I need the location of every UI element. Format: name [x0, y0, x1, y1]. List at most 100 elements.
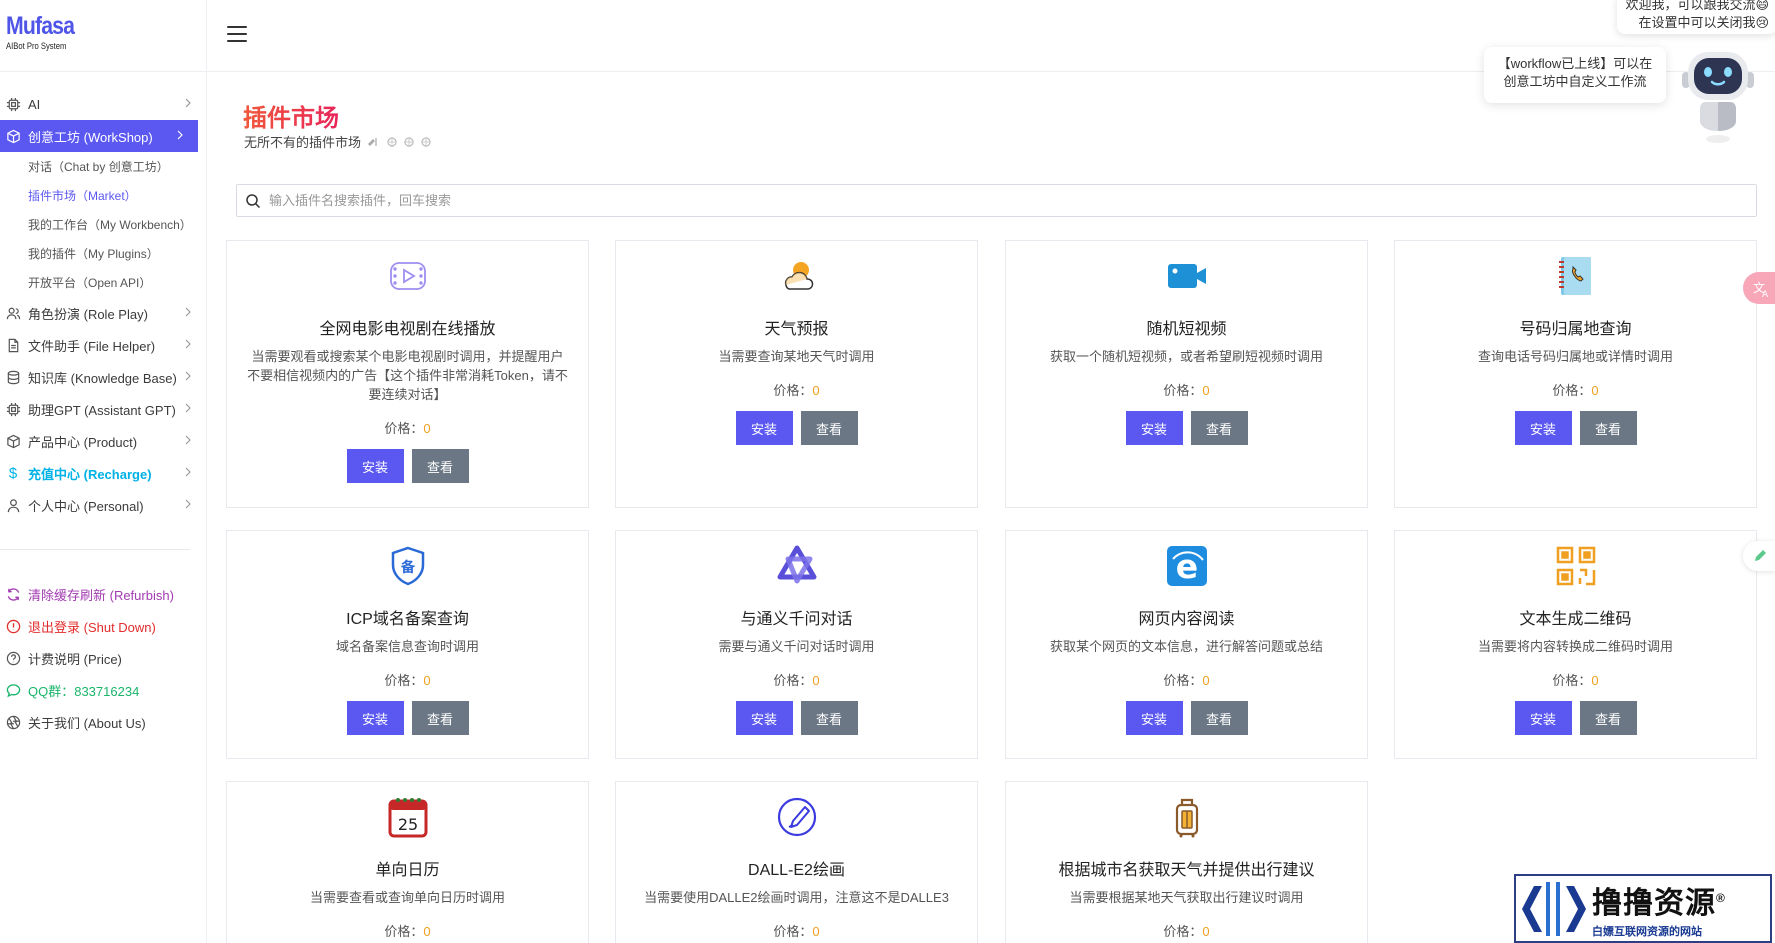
- chevron-right-icon: [185, 371, 191, 381]
- sidebar-item-label: 关于我们 (About Us): [28, 715, 146, 731]
- view-button[interactable]: 查看: [800, 411, 858, 445]
- plugin-description: 当需要将内容转换成二维码时调用: [1477, 639, 1673, 654]
- view-button[interactable]: 查看: [1190, 701, 1248, 735]
- price-value: 0: [1591, 383, 1599, 398]
- sidebar-item-workshop[interactable]: 创意工坊 (WorkShop): [0, 120, 198, 152]
- menu-toggle-icon[interactable]: [227, 26, 247, 42]
- sidebar-item-qq-group[interactable]: QQ群：833716234: [0, 674, 206, 706]
- plugin-price: 价格：0: [616, 380, 977, 399]
- price-label: 价格：: [384, 924, 424, 939]
- plugin-description: 查询电话号码归属地或详情时调用: [1477, 349, 1673, 364]
- install-button[interactable]: 安装: [1514, 411, 1572, 445]
- sidebar-item-file-helper[interactable]: 文件助手 (File Helper): [0, 329, 206, 361]
- chevron-right-icon: [185, 499, 191, 509]
- assistant-tip-top: 欢迎我，可以跟我交流😄 在设置中可以关闭我😢: [1617, 0, 1775, 34]
- price-label: 价格：: [384, 673, 424, 688]
- logo-subtitle: AIBot Pro System: [6, 41, 67, 51]
- plugin-description: 域名备案信息查询时调用: [335, 639, 479, 654]
- robot-assistant-icon[interactable]: [1676, 44, 1760, 144]
- plugin-description: 当需要根据某地天气获取出行建议时调用: [1069, 890, 1304, 905]
- submenu-item-open-api[interactable]: 开放平台（Open API）: [0, 268, 206, 297]
- install-button[interactable]: 安装: [1514, 701, 1572, 735]
- watermark-subtitle: 白嫖互联网资源的网站: [1592, 926, 1702, 938]
- submenu-item-workbench[interactable]: 我的工作台（My Workbench）: [0, 210, 206, 239]
- submenu-item-market[interactable]: 插件市场（Market）: [0, 181, 206, 210]
- qrcode-icon: [1556, 546, 1595, 586]
- install-button[interactable]: 安装: [735, 701, 793, 735]
- price-value: 0: [1202, 924, 1210, 939]
- search-input[interactable]: [269, 193, 1756, 208]
- sidebar-item-assistant-gpt[interactable]: 助理GPT (Assistant GPT): [0, 393, 206, 425]
- plugin-title: DALL-E2绘画: [748, 862, 845, 879]
- price-label: 价格：: [1552, 673, 1592, 688]
- tongyi-icon: [777, 545, 816, 584]
- install-button[interactable]: 安装: [346, 449, 404, 483]
- plugin-card: 全网电影电视剧在线播放 当需要观看或搜索某个电影电视剧时调用，并提醒用户不要相信…: [226, 240, 589, 508]
- view-button[interactable]: 查看: [411, 701, 469, 735]
- price-label: 价格：: [773, 383, 813, 398]
- box-icon: [5, 433, 21, 449]
- install-button[interactable]: 安装: [735, 411, 793, 445]
- sidebar-item-label: 创意工坊 (WorkShop): [28, 129, 153, 145]
- phonebook-icon: [1558, 257, 1591, 295]
- install-button[interactable]: 安装: [1125, 411, 1183, 445]
- view-button[interactable]: 查看: [1190, 411, 1248, 445]
- plugin-price: 价格：0: [1006, 380, 1367, 399]
- view-button[interactable]: 查看: [1579, 411, 1637, 445]
- plugin-title: 随机短视频: [1146, 321, 1227, 338]
- chat-icon: [5, 682, 21, 698]
- sidebar-item-ai[interactable]: AI: [0, 88, 206, 120]
- sidebar-item-label: 退出登录 (Shut Down): [28, 619, 156, 635]
- sidebar-item-shutdown[interactable]: 退出登录 (Shut Down): [0, 610, 206, 642]
- price-label: 价格：: [1163, 924, 1203, 939]
- submenu-item-chat[interactable]: 对话（Chat by 创意工坊）: [0, 152, 206, 181]
- sidebar-item-personal[interactable]: 个人中心 (Personal): [0, 489, 206, 521]
- price-value: 0: [812, 673, 820, 688]
- price-value: 0: [1202, 383, 1210, 398]
- chip-icon: [5, 96, 21, 112]
- price-value: 0: [812, 924, 820, 939]
- view-button[interactable]: 查看: [1579, 701, 1637, 735]
- main-menu: AI 创意工坊 (WorkShop) 对话（Chat by 创意工坊） 插件市场…: [0, 72, 206, 738]
- sidebar-item-knowledge-base[interactable]: 知识库 (Knowledge Base): [0, 361, 206, 393]
- plugin-description: 当需要使用DALLE2绘画时调用，注意这不是DALLE3: [644, 890, 949, 905]
- page-subtitle: 无所不有的插件市场: [244, 132, 435, 151]
- plugin-title: 号码归属地查询: [1519, 321, 1632, 338]
- plugin-title: 根据城市名获取天气并提供出行建议: [1058, 862, 1315, 879]
- price-value: 0: [423, 673, 431, 688]
- plugin-price: 价格：0: [227, 418, 588, 437]
- sidebar-item-refurbish[interactable]: 清除缓存刷新 (Refurbish): [0, 578, 206, 610]
- sidebar-item-label: 产品中心 (Product): [28, 434, 138, 450]
- app-root: Mufasa AIBot Pro System AI 创意工坊 (WorkSho…: [0, 0, 1775, 943]
- price-value: 0: [1591, 673, 1599, 688]
- plugin-title: 单向日历: [375, 862, 440, 879]
- sidebar-divider: [0, 549, 190, 550]
- plugin-title: 与通义千问对话: [740, 611, 853, 628]
- plugin-card: 号码归属地查询 查询电话号码归属地或详情时调用 价格：0 安装 查看: [1394, 240, 1757, 508]
- plugin-card: 随机短视频 获取一个随机短视频，或者希望刷短视频时调用 价格：0 安装 查看: [1005, 240, 1368, 508]
- dollar-icon: $: [8, 464, 18, 482]
- pen-icon: [1755, 550, 1766, 561]
- plugin-card: 备 ICP域名备案查询 域名备案信息查询时调用 价格：0 安装 查看: [226, 530, 589, 759]
- sidebar-item-price[interactable]: 计费说明 (Price): [0, 642, 206, 674]
- sidebar-item-recharge[interactable]: $ 充值中心 (Recharge): [0, 457, 206, 489]
- translate-floating-button[interactable]: 文A: [1743, 272, 1775, 304]
- logo[interactable]: Mufasa AIBot Pro System: [0, 0, 206, 72]
- sidebar-item-label: 助理GPT (Assistant GPT): [28, 402, 176, 418]
- submenu-item-my-plugins[interactable]: 我的插件（My Plugins）: [0, 239, 206, 268]
- edit-floating-button[interactable]: [1743, 541, 1775, 571]
- sidebar-item-label: 充值中心 (Recharge): [28, 466, 152, 482]
- sidebar-item-label: 角色扮演 (Role Play): [28, 306, 148, 322]
- plugin-price: 价格：0: [616, 670, 977, 689]
- sidebar-item-product[interactable]: 产品中心 (Product): [0, 425, 206, 457]
- view-button[interactable]: 查看: [800, 701, 858, 735]
- weather-icon: [784, 262, 813, 290]
- install-button[interactable]: 安装: [1125, 701, 1183, 735]
- cube-icon: [5, 128, 21, 144]
- plugin-price: 价格：0: [1395, 380, 1756, 399]
- install-button[interactable]: 安装: [346, 701, 404, 735]
- database-icon: [5, 369, 21, 385]
- view-button[interactable]: 查看: [411, 449, 469, 483]
- sidebar-item-role-play[interactable]: 角色扮演 (Role Play): [0, 297, 206, 329]
- sidebar-item-about[interactable]: 关于我们 (About Us): [0, 706, 206, 738]
